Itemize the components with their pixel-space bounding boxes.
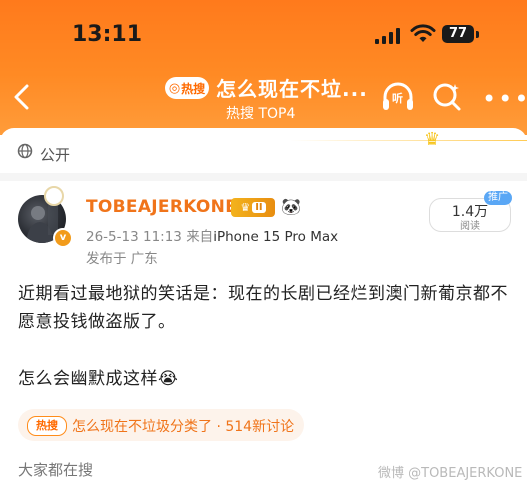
post-text: 近期看过最地狱的笑话是：现在的长剧已经烂到澳门新葡京都不愿意投钱做盗版了。 <box>18 284 508 332</box>
everyone-searching-label: 大家都在搜 <box>18 461 94 479</box>
username[interactable]: TOBEAJERKONE <box>86 197 237 217</box>
more-icon[interactable]: ••• <box>482 87 527 111</box>
hot-topic-badge: 热搜 <box>27 416 67 436</box>
panda-emoji: 🐼 <box>281 197 301 216</box>
section-divider <box>0 173 527 181</box>
hot-icon: ◎ <box>168 80 181 96</box>
wifi-icon <box>410 24 436 42</box>
signal-icon <box>375 28 401 44</box>
listen-label: 听 <box>392 92 403 105</box>
status-time: 13:11 <box>72 22 143 47</box>
battery-tip <box>476 31 479 38</box>
crown-small-icon: ♛ <box>240 201 251 214</box>
decorative-line <box>290 140 527 141</box>
hot-search-badge: ◎ 热搜 <box>165 77 209 99</box>
promote-badge[interactable]: 推广 <box>484 191 512 205</box>
post-text-line2: 怎么会幽默成这样😭 <box>18 369 179 389</box>
hot-topic-link[interactable]: 热搜 怎么现在不垃圾分类了 · 514新讨论 <box>18 409 304 441</box>
post-device: iPhone 15 Pro Max <box>213 229 339 245</box>
from-prefix: 来自 <box>186 229 214 245</box>
search-icon[interactable] <box>432 82 462 112</box>
crown-icon: ♛ <box>424 129 441 150</box>
read-label: 阅读 <box>460 221 480 232</box>
visibility-label: 公开 <box>40 146 71 164</box>
level-badge: ♛ II <box>231 198 275 217</box>
post-time: 26-5-13 11:13 <box>86 229 182 245</box>
globe-icon <box>17 143 33 159</box>
post-meta: 26-5-13 11:13 来自iPhone 15 Pro Max <box>86 225 338 245</box>
hot-topic-text: 怎么现在不垃圾分类了 · 514新讨论 <box>72 419 295 435</box>
page-title: 怎么现在不垃... <box>216 77 368 101</box>
post-location: 发布于 广东 <box>86 251 158 267</box>
page-subtitle: 热搜 TOP4 <box>226 106 296 122</box>
crying-emoji: 😭 <box>158 369 179 389</box>
verified-badge-icon: v <box>53 228 73 248</box>
avatar-decoration <box>44 186 64 206</box>
battery-icon: 77 <box>442 25 474 43</box>
watermark: 微博 @TOBEAJERKONE <box>378 466 523 481</box>
chevron-left-icon[interactable] <box>10 84 34 110</box>
